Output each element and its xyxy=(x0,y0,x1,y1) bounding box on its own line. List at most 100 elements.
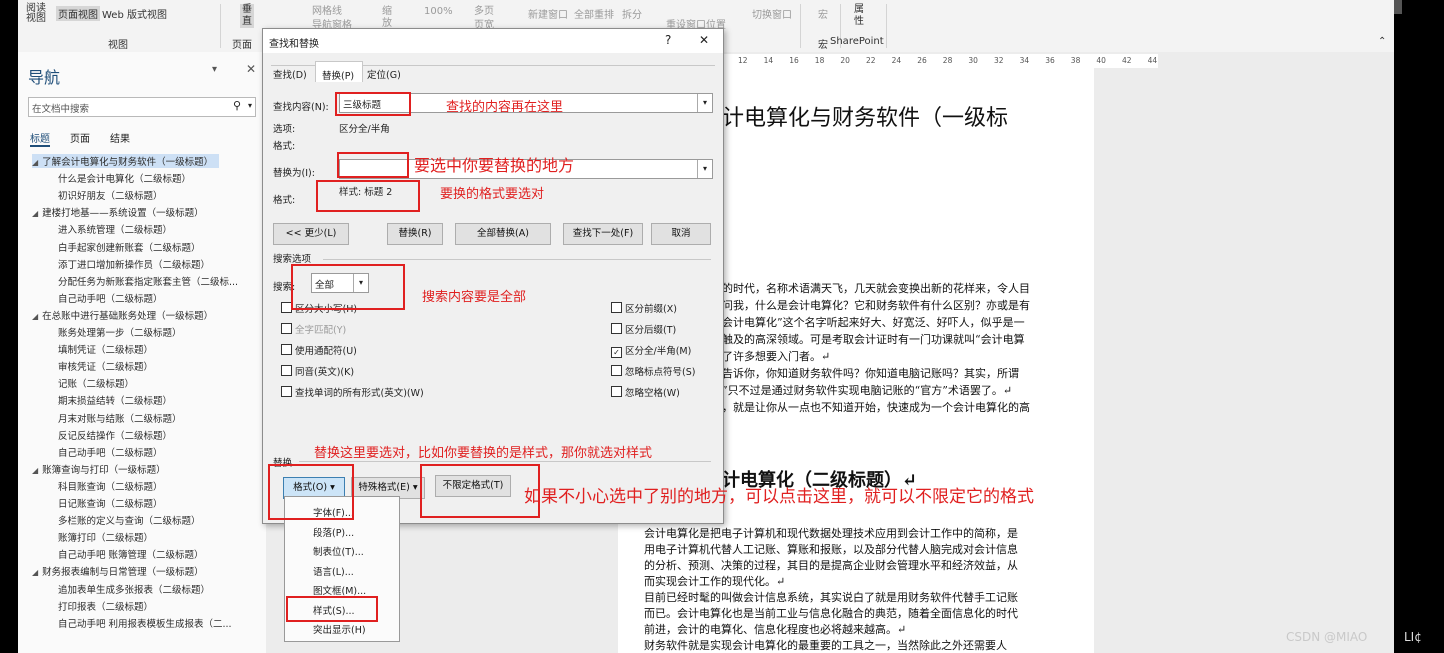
nav-heading-item[interactable]: 账务处理第一步（二级标题） xyxy=(58,325,182,339)
annotation-format-tip: 替换这里要选对，比如你要替换的是样式，那你就选对样式 xyxy=(314,446,653,461)
checkbox-icon[interactable] xyxy=(611,386,622,397)
nav-heading-item[interactable]: ◢ 财务报表编制与日常管理（一级标题） xyxy=(32,564,204,578)
ruler-tick: 42 xyxy=(1122,56,1132,65)
nav-heading-item[interactable]: ◢ 在总账中进行基础账务处理（一级标题） xyxy=(32,308,213,322)
vertical-button[interactable]: 垂 直 xyxy=(240,4,254,28)
read-view-button[interactable]: 阅读 视图 xyxy=(26,4,46,24)
option-checkbox[interactable]: 忽略空格(W) xyxy=(611,385,680,399)
format-menu-item[interactable]: 图文框(M)... xyxy=(313,583,366,597)
nav-heading-item[interactable]: ◢ 了解会计电算化与财务软件（一级标题） xyxy=(32,154,220,168)
switch-window-button[interactable]: 切换窗口 xyxy=(752,6,792,21)
multi-page-button[interactable]: 多页 xyxy=(474,2,494,17)
tab-goto[interactable]: 定位(G) xyxy=(367,67,401,81)
less-button[interactable]: << 更少(L) xyxy=(273,223,349,245)
page-view-button[interactable]: 页面视图 xyxy=(56,6,100,21)
format-menu-item[interactable]: 突出显示(H) xyxy=(313,622,366,636)
replace-all-button[interactable]: 全部替换(A) xyxy=(455,223,551,245)
nav-heading-item[interactable]: 自己动手吧 利用报表模板生成报表（二... xyxy=(58,616,232,630)
nav-heading-item[interactable]: 添丁进口增加新操作员（二级标题） xyxy=(58,257,210,271)
nav-heading-label: 自己动手吧（二级标题） xyxy=(58,447,163,459)
nav-options-icon[interactable]: ▾ xyxy=(212,64,217,75)
nav-heading-item[interactable]: 进入系统管理（二级标题） xyxy=(58,222,172,236)
nav-heading-item[interactable]: 科目账查询（二级标题） xyxy=(58,479,163,493)
option-checkbox[interactable]: 忽略标点符号(S) xyxy=(611,364,695,378)
nav-heading-label: 什么是会计电算化（二级标题） xyxy=(58,174,192,186)
nav-close-icon[interactable]: ✕ xyxy=(246,62,256,76)
checkbox-checked-icon[interactable]: ✓ xyxy=(611,347,622,358)
expand-triangle-icon[interactable]: ◢ xyxy=(32,209,38,218)
nav-heading-item[interactable]: 期末损益结转（二级标题） xyxy=(58,393,172,407)
nav-heading-item[interactable]: 什么是会计电算化（二级标题） xyxy=(58,171,191,185)
format-menu-item[interactable]: 制表位(T)... xyxy=(313,544,364,558)
nav-heading-item[interactable]: 日记账查询（二级标题） xyxy=(58,496,163,510)
replace-dropdown-icon[interactable]: ▾ xyxy=(697,160,712,178)
nav-heading-item[interactable]: 反记反结操作（二级标题） xyxy=(58,428,172,442)
nav-heading-item[interactable]: 初识好朋友（二级标题） xyxy=(58,188,163,202)
option-checkbox[interactable]: 区分前缀(X) xyxy=(611,301,677,315)
option-checkbox[interactable]: ✓ 区分全/半角(M) xyxy=(611,343,691,358)
option-checkbox[interactable]: 查找单词的所有形式(英文)(W) xyxy=(281,385,424,399)
tab-pages[interactable]: 页面 xyxy=(70,130,90,145)
nav-heading-item[interactable]: 审核凭证（二级标题） xyxy=(58,359,153,373)
tab-replace-active[interactable]: 替换(P) xyxy=(315,61,363,82)
format-menu-item[interactable]: 语言(L)... xyxy=(313,564,354,578)
expand-triangle-icon[interactable]: ◢ xyxy=(32,466,38,475)
web-view-button[interactable]: Web 版式视图 xyxy=(102,6,167,21)
checkbox-icon[interactable] xyxy=(281,323,292,334)
nav-heading-item[interactable]: 自己动手吧（二级标题） xyxy=(58,291,163,305)
replace-button[interactable]: 替换(R) xyxy=(387,223,443,245)
checkbox-icon[interactable] xyxy=(611,365,622,376)
nav-heading-item[interactable]: 填制凭证（二级标题） xyxy=(58,342,153,356)
help-icon[interactable]: ? xyxy=(665,33,671,47)
checkbox-icon[interactable] xyxy=(611,302,622,313)
arrange-all-button[interactable]: 全部重排 xyxy=(574,6,614,21)
find-dropdown-icon[interactable]: ▾ xyxy=(697,94,712,112)
property-button[interactable]: 属 性 xyxy=(854,4,864,28)
nav-heading-item[interactable]: 分配任务为新账套指定账套主管（二级标... xyxy=(58,274,238,288)
nav-heading-label: 账簿打印（二级标题） xyxy=(58,533,154,545)
doc-line: 的时代，名称术语满天飞，几天就会变换出新的花样来，令人目 xyxy=(722,282,1030,295)
nav-heading-item[interactable]: 月末对账与结账（二级标题） xyxy=(58,411,182,425)
nav-heading-item[interactable]: 白手起家创建新账套（二级标题） xyxy=(58,240,201,254)
tab-results[interactable]: 结果 xyxy=(110,130,130,145)
nav-heading-item[interactable]: ◢ 建楼打地基——系统设置（一级标题） xyxy=(32,205,204,219)
option-checkbox[interactable]: 同音(英文)(K) xyxy=(281,364,354,378)
option-label: 使用通配符(U) xyxy=(295,346,357,357)
options-value: 区分全/半角 xyxy=(339,124,390,135)
checkbox-icon[interactable] xyxy=(281,365,292,376)
nav-heading-item[interactable]: 记账（二级标题） xyxy=(58,376,134,390)
expand-triangle-icon[interactable]: ◢ xyxy=(32,568,38,577)
macro-button[interactable]: 宏 xyxy=(818,6,828,21)
zoom-100-button[interactable]: 100% xyxy=(424,6,453,17)
search-dropdown-icon[interactable]: ▾ xyxy=(248,101,252,110)
expand-triangle-icon[interactable]: ◢ xyxy=(32,158,38,167)
nav-heading-item[interactable]: 自己动手吧 账簿管理（二级标题） xyxy=(58,547,204,561)
nav-search-input[interactable]: 在文档中搜索 ⚲ ▾ xyxy=(28,97,256,117)
nav-heading-item[interactable]: 多栏账的定义与查询（二级标题） xyxy=(58,513,201,527)
tab-find[interactable]: 查找(D) xyxy=(273,67,307,81)
nav-heading-item[interactable]: ◢ 账簿查询与打印（一级标题） xyxy=(32,462,166,476)
collapse-ribbon-icon[interactable]: ⌃ xyxy=(1378,36,1386,47)
tab-headings[interactable]: 标题 xyxy=(30,130,50,147)
option-checkbox[interactable]: 使用通配符(U) xyxy=(281,343,357,357)
zoom-button[interactable]: 缩 放 xyxy=(382,6,392,30)
close-icon[interactable]: ✕ xyxy=(699,33,709,47)
split-button[interactable]: 拆分 xyxy=(622,6,642,21)
gridlines-check[interactable]: 网格线 xyxy=(312,2,342,17)
nav-heading-item[interactable]: 追加表单生成多张报表（二级标题） xyxy=(58,582,210,596)
new-window-button[interactable]: 新建窗口 xyxy=(528,6,568,21)
find-next-button[interactable]: 查找下一处(F) xyxy=(563,223,643,245)
checkbox-icon[interactable] xyxy=(611,323,622,334)
option-checkbox[interactable]: 全字匹配(Y) xyxy=(281,322,346,336)
nav-heading-item[interactable]: 自己动手吧（二级标题） xyxy=(58,445,163,459)
checkbox-icon[interactable] xyxy=(281,386,292,397)
nav-heading-item[interactable]: 打印报表（二级标题） xyxy=(58,599,153,613)
format-menu-item[interactable]: 段落(P)... xyxy=(313,525,354,539)
option-checkbox[interactable]: 区分后缀(T) xyxy=(611,322,676,336)
nav-heading-item[interactable]: 账簿打印（二级标题） xyxy=(58,530,153,544)
search-icon[interactable]: ⚲ xyxy=(233,99,241,112)
expand-triangle-icon[interactable]: ◢ xyxy=(32,312,38,321)
replace-format-label: 格式: xyxy=(273,195,296,206)
checkbox-icon[interactable] xyxy=(281,344,292,355)
cancel-button[interactable]: 取消 xyxy=(651,223,711,245)
